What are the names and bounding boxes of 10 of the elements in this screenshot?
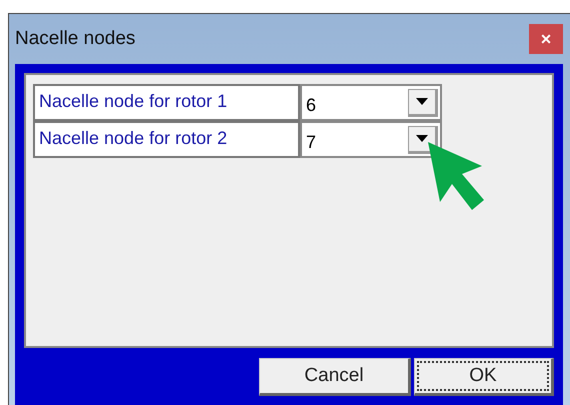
dialog-button[interactable]: OK <box>414 358 554 396</box>
dropdown-field[interactable]: 6 <box>300 84 442 121</box>
window-title: Nacelle nodes <box>15 26 136 51</box>
caret-icon <box>408 88 438 116</box>
close-button[interactable]: × <box>529 24 563 54</box>
field-label: Nacelle node for rotor 2 <box>33 121 300 158</box>
caret-icon <box>408 126 438 154</box>
field-label: Nacelle node for rotor 1 <box>33 84 300 121</box>
dialog-button[interactable]: Cancel <box>259 358 411 396</box>
dropdown-field[interactable]: 7 <box>300 121 442 158</box>
